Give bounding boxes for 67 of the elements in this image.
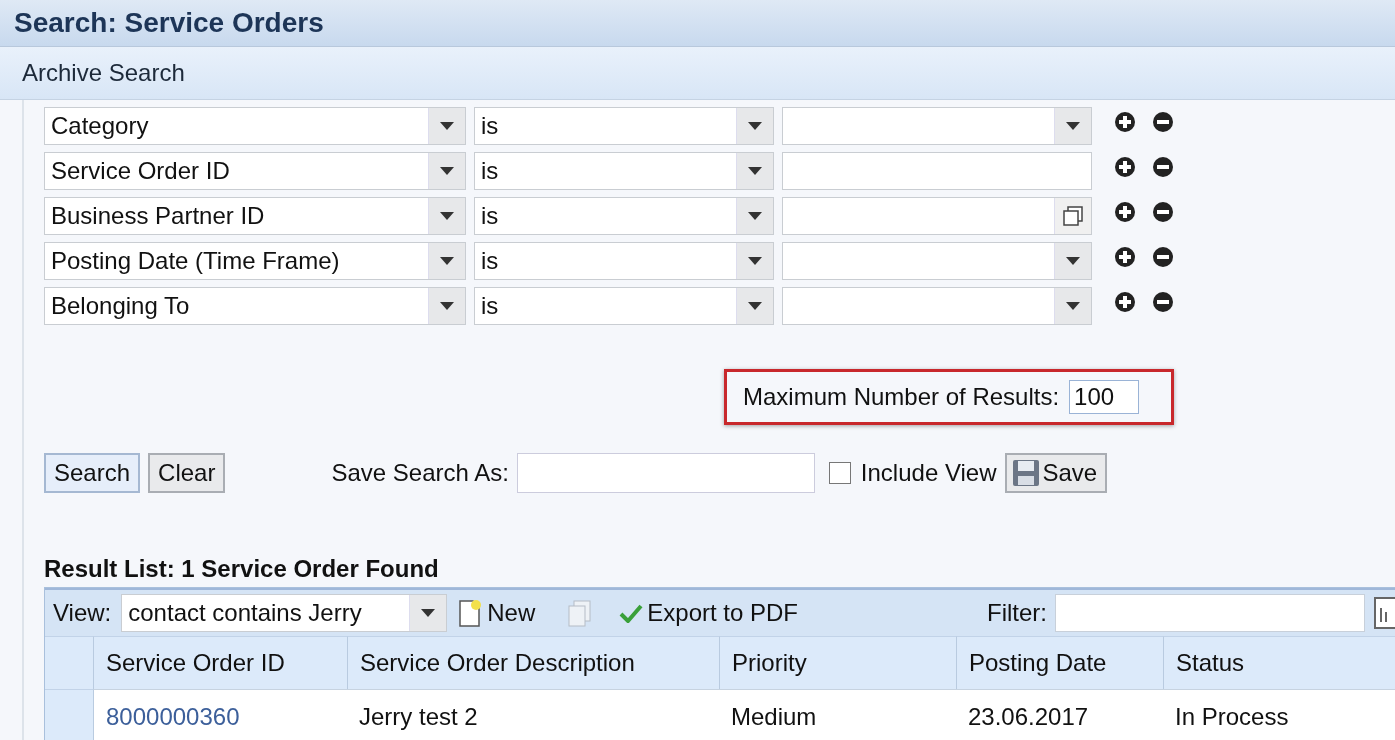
- caret-icon: [439, 211, 455, 221]
- remove-icon[interactable]: [1152, 246, 1174, 268]
- view-dropdown[interactable]: contact contains Jerry: [121, 594, 448, 632]
- max-results-field[interactable]: 100: [1069, 380, 1140, 414]
- add-icon[interactable]: [1114, 201, 1136, 223]
- export-pdf-button[interactable]: Export to PDF: [619, 599, 798, 627]
- table-cell: Medium: [731, 703, 817, 731]
- operator-dropdown[interactable]: is: [474, 242, 774, 280]
- max-results-label: Maximum Number of Results:: [743, 383, 1060, 411]
- field-dropdown[interactable]: Belonging To: [44, 287, 466, 325]
- search-button[interactable]: Search: [44, 453, 141, 493]
- column-header[interactable]: Posting Date: [956, 636, 1163, 689]
- save-button[interactable]: Save: [1004, 453, 1108, 493]
- add-icon[interactable]: [1114, 156, 1136, 178]
- new-button[interactable]: New: [457, 598, 536, 628]
- operator-dropdown[interactable]: is: [474, 152, 774, 190]
- new-document-icon: [457, 598, 484, 628]
- clear-button[interactable]: Clear: [148, 453, 226, 493]
- remove-icon[interactable]: [1152, 111, 1174, 133]
- checkmark-icon: [619, 603, 644, 623]
- copy-icon[interactable]: [1062, 205, 1084, 227]
- caret-icon: [747, 301, 763, 311]
- caret-icon: [420, 608, 437, 618]
- settings-icon[interactable]: [1373, 596, 1395, 630]
- include-view-checkbox[interactable]: [828, 462, 851, 484]
- filter-field[interactable]: [1055, 594, 1365, 632]
- add-icon[interactable]: [1114, 111, 1136, 133]
- field-dropdown[interactable]: Service Order ID: [44, 152, 466, 190]
- add-icon[interactable]: [1114, 246, 1136, 268]
- save-search-field[interactable]: [516, 453, 815, 493]
- operator-dropdown[interactable]: is: [474, 107, 774, 145]
- table-cell: In Process: [1175, 703, 1289, 731]
- caret-icon: [439, 166, 455, 176]
- remove-icon[interactable]: [1152, 156, 1174, 178]
- caret-icon: [1065, 301, 1081, 311]
- operator-dropdown[interactable]: is: [474, 197, 774, 235]
- operator-dropdown[interactable]: is: [474, 287, 774, 325]
- table-cell: Jerry test 2: [359, 703, 478, 731]
- value-field[interactable]: [782, 152, 1092, 190]
- include-view-label: Include View: [860, 459, 997, 487]
- column-header[interactable]: Service Order ID: [93, 636, 347, 689]
- section-title: Archive Search: [0, 47, 1395, 100]
- window-title: Search: Service Orders: [0, 0, 1395, 47]
- column-header[interactable]: Status: [1163, 636, 1395, 689]
- filter-label: Filter:: [987, 599, 1047, 627]
- field-dropdown[interactable]: Category: [44, 107, 466, 145]
- value-picker-field[interactable]: [782, 197, 1092, 235]
- caret-icon: [747, 211, 763, 221]
- field-dropdown[interactable]: Business Partner ID: [44, 197, 466, 235]
- field-dropdown[interactable]: Posting Date (Time Frame): [44, 242, 466, 280]
- caret-icon: [439, 121, 455, 131]
- caret-icon: [1065, 256, 1081, 266]
- caret-icon: [439, 301, 455, 311]
- caret-icon: [439, 256, 455, 266]
- caret-icon: [747, 166, 763, 176]
- add-icon[interactable]: [1114, 291, 1136, 313]
- remove-icon[interactable]: [1152, 201, 1174, 223]
- caret-icon: [747, 256, 763, 266]
- table-cell: 23.06.2017: [968, 703, 1089, 731]
- caret-icon: [1065, 121, 1081, 131]
- caret-icon: [747, 121, 763, 131]
- column-header[interactable]: Service Order Description: [347, 636, 719, 689]
- column-header[interactable]: Priority: [719, 636, 956, 689]
- remove-icon[interactable]: [1152, 291, 1174, 313]
- save-search-label: Save Search As:: [331, 459, 509, 487]
- view-label: View:: [53, 599, 112, 627]
- result-list-title: Result List: 1 Service Order Found: [44, 555, 440, 583]
